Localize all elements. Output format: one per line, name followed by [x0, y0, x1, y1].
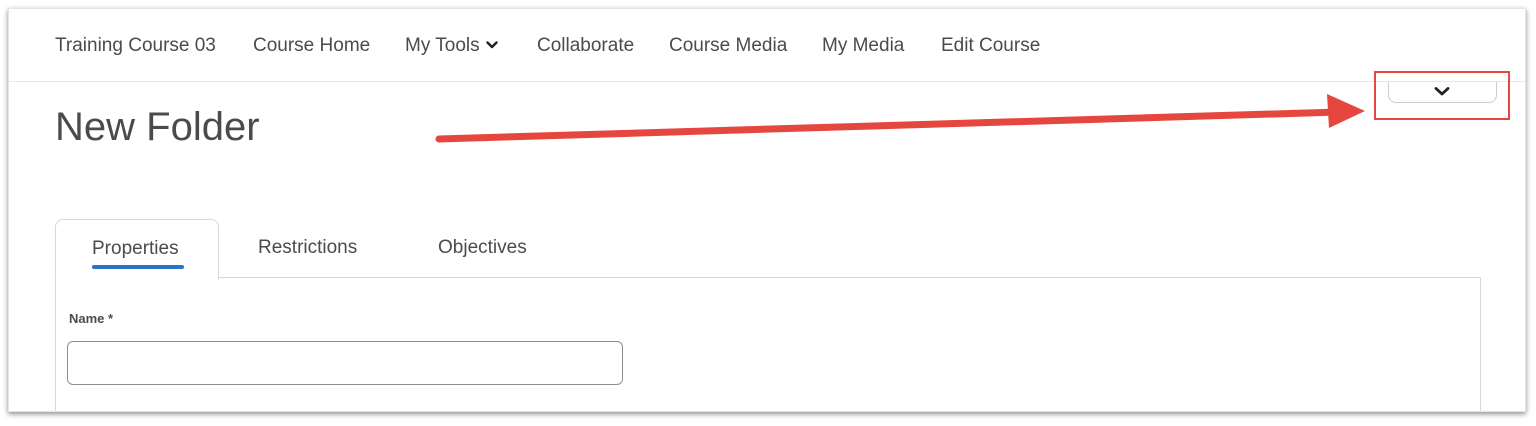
tab-properties-label: Properties: [92, 238, 179, 259]
selected-tab-indicator: [92, 265, 184, 269]
annotation-arrow: [435, 94, 1365, 143]
tab-properties[interactable]: Properties: [55, 219, 219, 280]
browser-page: Training Course 03 Course Home My Tools …: [8, 8, 1526, 412]
annotation-highlight-box: [1374, 71, 1510, 120]
